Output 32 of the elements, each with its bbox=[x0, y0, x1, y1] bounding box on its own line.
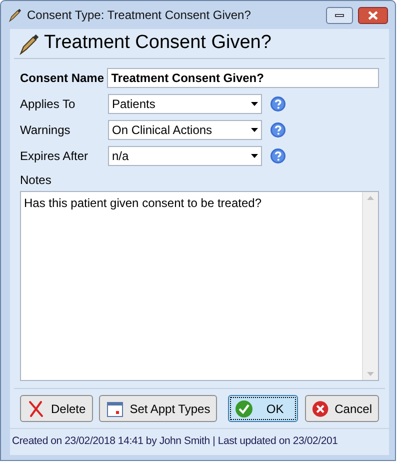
pen-icon bbox=[18, 32, 40, 54]
minimize-button[interactable] bbox=[326, 6, 353, 24]
dropdown-arrow-icon bbox=[251, 102, 258, 106]
dialog-button[interactable]: Delete bbox=[20, 395, 93, 422]
notes-label: Notes bbox=[20, 172, 52, 189]
close-icon bbox=[368, 10, 378, 20]
status-bar-text: Created on 23/02/2018 14:41 by John Smith | Last updated on 23/02/201 bbox=[12, 434, 338, 450]
help-icon[interactable] bbox=[270, 96, 286, 112]
header-title: Treatment Consent Given? bbox=[44, 31, 272, 56]
notes-field[interactable]: Has this patient given consent to be treated? bbox=[20, 191, 379, 381]
dropdown-arrow-icon bbox=[251, 154, 258, 158]
cancel-icon bbox=[312, 400, 329, 418]
dialog-button[interactable]: Cancel bbox=[305, 395, 379, 422]
help-icon[interactable] bbox=[270, 122, 286, 138]
dropdown[interactable]: On Clinical Actions bbox=[108, 120, 262, 140]
dropdown[interactable]: Patients bbox=[108, 94, 262, 114]
field-label: Warnings bbox=[20, 122, 72, 139]
check-icon bbox=[235, 400, 254, 418]
dropdown[interactable]: n/a bbox=[108, 146, 262, 166]
cross-icon bbox=[27, 400, 45, 418]
help-icon[interactable] bbox=[270, 148, 286, 164]
calendar-icon bbox=[106, 400, 124, 418]
window-title: Consent Type: Treatment Consent Given? bbox=[27, 7, 252, 24]
pen-icon bbox=[8, 8, 22, 22]
dialog-button[interactable]: Set Appt Types bbox=[98, 395, 218, 422]
consent-name-field[interactable]: Treatment Consent Given? bbox=[107, 68, 379, 88]
close-button[interactable] bbox=[358, 6, 388, 24]
field-label: Expires After bbox=[20, 148, 90, 165]
dialog-button[interactable]: OK bbox=[228, 395, 298, 422]
field-label: Applies To bbox=[20, 96, 76, 113]
field-label: Consent Name bbox=[20, 70, 106, 87]
dropdown-arrow-icon bbox=[251, 128, 258, 132]
